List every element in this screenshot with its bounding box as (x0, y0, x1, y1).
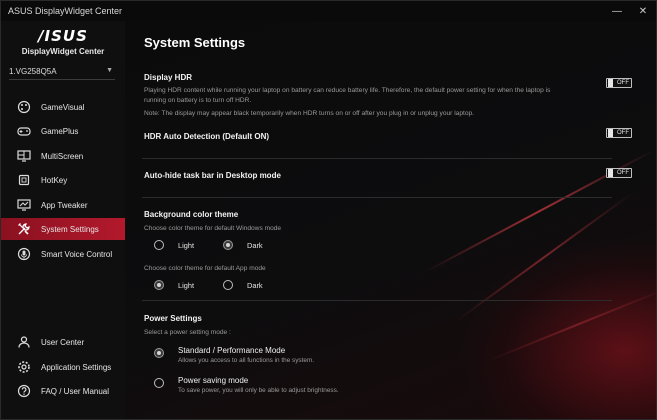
divider (142, 300, 612, 301)
auto-hide-taskbar-toggle[interactable]: OFF (606, 168, 632, 178)
title-bar: ASUS DisplayWidget Center — ✕ (1, 1, 656, 21)
sidebar-item-app-tweaker[interactable]: App Tweaker (1, 194, 125, 216)
power-saving-description: To save power, you will only be able to … (178, 387, 339, 394)
app-theme-dark-label: Dark (247, 281, 263, 290)
toggle-state: OFF (617, 130, 629, 136)
windows-theme-dark-label: Dark (247, 241, 263, 250)
power-standard-description: Allows you access to all functions in th… (178, 357, 315, 364)
user-icon (16, 334, 32, 350)
background-streak (484, 286, 656, 363)
sidebar-item-smart-voice[interactable]: Smart Voice Control (1, 243, 125, 265)
windows-theme-light-label: Light (178, 241, 195, 250)
gamepad-icon (16, 123, 32, 139)
sidebar-item-label: GameVisual (41, 102, 85, 112)
power-saving-radio[interactable] (154, 378, 164, 388)
app-window: ASUS DisplayWidget Center — ✕ /ISUS Disp… (0, 0, 657, 420)
toggle-state: OFF (617, 170, 629, 176)
app-theme-light-label: Light (178, 281, 195, 290)
sidebar-item-faq[interactable]: FAQ / User Manual (1, 380, 125, 402)
sidebar-item-label: User Center (41, 337, 85, 347)
sidebar-item-label: GamePlus (41, 126, 79, 136)
display-hdr-label: Display HDR (144, 73, 193, 82)
sidebar-item-system-settings[interactable]: System Settings (1, 218, 125, 240)
page-title: System Settings (144, 35, 246, 50)
background-theme-label: Background color theme (144, 210, 239, 219)
divider (142, 158, 612, 159)
toggle-state: OFF (617, 80, 629, 86)
sidebar-item-gamevisual[interactable]: GameVisual (1, 96, 125, 118)
sidebar-item-label: HotKey (41, 175, 68, 185)
sidebar-item-label: App Tweaker (41, 200, 88, 210)
sidebar-item-application-settings[interactable]: Application Settings (1, 356, 125, 378)
sidebar-item-label: Smart Voice Control (41, 249, 113, 259)
toggle-knob (608, 169, 613, 177)
app-theme-light-radio[interactable] (154, 280, 164, 290)
sidebar-item-label: System Settings (41, 224, 99, 234)
sidebar-item-multiscreen[interactable]: MultiScreen (1, 145, 125, 167)
sidebar-item-gameplus[interactable]: GamePlus (1, 120, 125, 142)
display-hdr-description-2: running on battery is to turn off HDR. (144, 97, 252, 104)
power-settings-prompt: Select a power setting mode : (144, 329, 231, 336)
sidebar-item-label: Application Settings (41, 362, 112, 372)
display-hdr-toggle[interactable]: OFF (606, 78, 632, 88)
voice-icon (16, 246, 32, 262)
window-title: ASUS DisplayWidget Center (8, 6, 123, 16)
hotkey-icon (16, 172, 32, 188)
tools-icon (16, 221, 32, 237)
toggle-knob (608, 129, 613, 137)
display-hdr-note: Note: The display may appear black tempo… (144, 110, 474, 117)
hdr-auto-detection-toggle[interactable]: OFF (606, 128, 632, 138)
app-tweaker-icon (16, 197, 32, 213)
gear-icon (16, 359, 32, 375)
display-hdr-description: Playing HDR content while running your l… (144, 87, 551, 94)
app-theme-dark-radio[interactable] (223, 280, 233, 290)
minimize-button[interactable]: — (604, 1, 630, 21)
main-panel: System Settings Display HDR OFF Playing … (125, 21, 656, 419)
monitor-select[interactable]: 1.VG258Q5A ▼ (9, 64, 115, 80)
app-theme-prompt: Choose color theme for default App mode (144, 265, 266, 272)
app-name: DisplayWidget Center (21, 47, 105, 56)
monitor-select-value: 1.VG258Q5A (9, 67, 57, 76)
power-standard-radio[interactable] (154, 348, 164, 358)
windows-theme-light-radio[interactable] (154, 240, 164, 250)
windows-theme-dark-radio[interactable] (223, 240, 233, 250)
close-button[interactable]: ✕ (630, 1, 656, 21)
power-settings-label: Power Settings (144, 314, 202, 323)
power-standard-title: Standard / Performance Mode (178, 346, 286, 355)
asus-logo: /ISUS (38, 27, 88, 45)
divider (142, 197, 612, 198)
auto-hide-taskbar-label: Auto-hide task bar in Desktop mode (144, 171, 281, 180)
toggle-knob (608, 79, 613, 87)
chevron-down-icon: ▼ (106, 67, 113, 74)
sidebar-item-label: FAQ / User Manual (41, 386, 110, 396)
power-saving-title: Power saving mode (178, 376, 249, 385)
logo: /ISUS DisplayWidget Center (1, 27, 125, 56)
help-icon (16, 383, 32, 399)
sidebar-item-user-center[interactable]: User Center (1, 331, 125, 353)
sidebar: /ISUS DisplayWidget Center 1.VG258Q5A ▼ … (1, 21, 125, 419)
sidebar-item-hotkey[interactable]: HotKey (1, 169, 125, 191)
background-streak (454, 191, 634, 323)
sidebar-item-label: MultiScreen (41, 151, 84, 161)
hdr-auto-detection-label: HDR Auto Detection (Default ON) (144, 132, 270, 141)
palette-icon (16, 99, 32, 115)
windows-theme-prompt: Choose color theme for default Windows m… (144, 225, 282, 232)
multiscreen-icon (16, 148, 32, 164)
